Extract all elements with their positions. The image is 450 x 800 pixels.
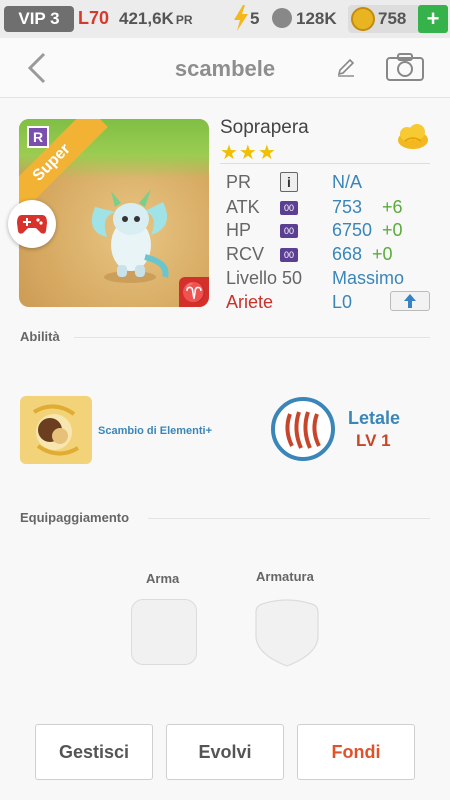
level-label: Livello 50 [226,268,303,288]
stat-bonus-hp: +0 [382,220,403,240]
sign-level: L0 [332,292,353,312]
stat-label-hp: HP [226,220,252,240]
equipment-divider [148,518,430,519]
vip-badge[interactable]: VIP 3 [4,6,74,32]
merge-button[interactable]: Fondi [297,724,415,780]
passive-level: LV 1 [356,431,391,450]
abilities-divider [74,337,430,338]
stat-value-pr: N/A [332,172,363,192]
stat-label-atk: ATK [226,197,260,217]
equipment-header: Equipaggiamento [20,510,130,525]
info-button[interactable]: i [280,172,298,192]
aries-sign-icon: ♈ [179,277,209,307]
skill-icon[interactable] [20,396,92,464]
stat-bonus-atk: +6 [382,197,403,217]
claw-icon[interactable] [270,396,336,462]
passive-name: Letale [348,408,401,428]
abilities-header: Abilità [20,329,60,344]
rcv-enhance-chip: 00 [280,248,298,262]
stat-value-rcv: 668 [332,244,363,264]
weapon-label: Arma [146,571,180,586]
page-header: scambele [0,38,450,98]
atk-enhance-chip: 00 [280,201,298,215]
level-value: Massimo [332,268,405,288]
player-power-value: 421,6K [119,9,174,28]
energy-count[interactable]: 5 [250,9,259,29]
player-power-unit: PR [175,13,193,27]
stats-separator [220,163,430,164]
star-rating: ★★★ [220,142,277,164]
evolve-button[interactable]: Evolvi [166,724,284,780]
coin-icon [351,7,375,31]
armor-label: Armatura [256,569,314,584]
pencil-icon[interactable] [335,56,357,78]
monster-name: Soprapera [220,117,309,138]
upgrade-button[interactable] [390,291,430,311]
manage-button[interactable]: Gestisci [35,724,153,780]
hp-enhance-chip: 00 [280,224,298,238]
creature-image [91,189,169,283]
stat-label-pr: PR [226,172,252,192]
player-level: L70 [78,8,110,28]
arrow-up-icon [404,294,416,308]
stat-value-hp: 6750 [332,220,373,240]
coin-count: 758 [378,9,407,28]
sign-label: Ariete [226,292,274,312]
element-swap-icon [32,404,80,456]
camera-icon[interactable] [385,52,425,82]
stat-label-rcv: RCV [226,244,265,264]
player-power: 421,6K PR [119,9,193,29]
stat-value-atk: 753 [332,197,363,217]
status-bar: VIP 3 L70 421,6K PR 5 128K 758 + [0,0,450,38]
add-coins-button[interactable]: + [418,5,448,33]
skill-name[interactable]: Scambio di Elementi+ [98,425,212,437]
element-cloud-icon[interactable] [396,124,430,150]
page-title: scambele [174,56,276,81]
stat-bonus-rcv: +0 [372,244,393,264]
paw-count[interactable]: 128K [296,9,337,29]
rarity-badge: R [27,126,49,148]
gamepad-icon[interactable] [8,200,56,248]
armor-slot[interactable] [254,598,320,668]
energy-icon [234,5,248,31]
weapon-slot[interactable] [131,599,197,665]
paw-icon [272,8,292,28]
